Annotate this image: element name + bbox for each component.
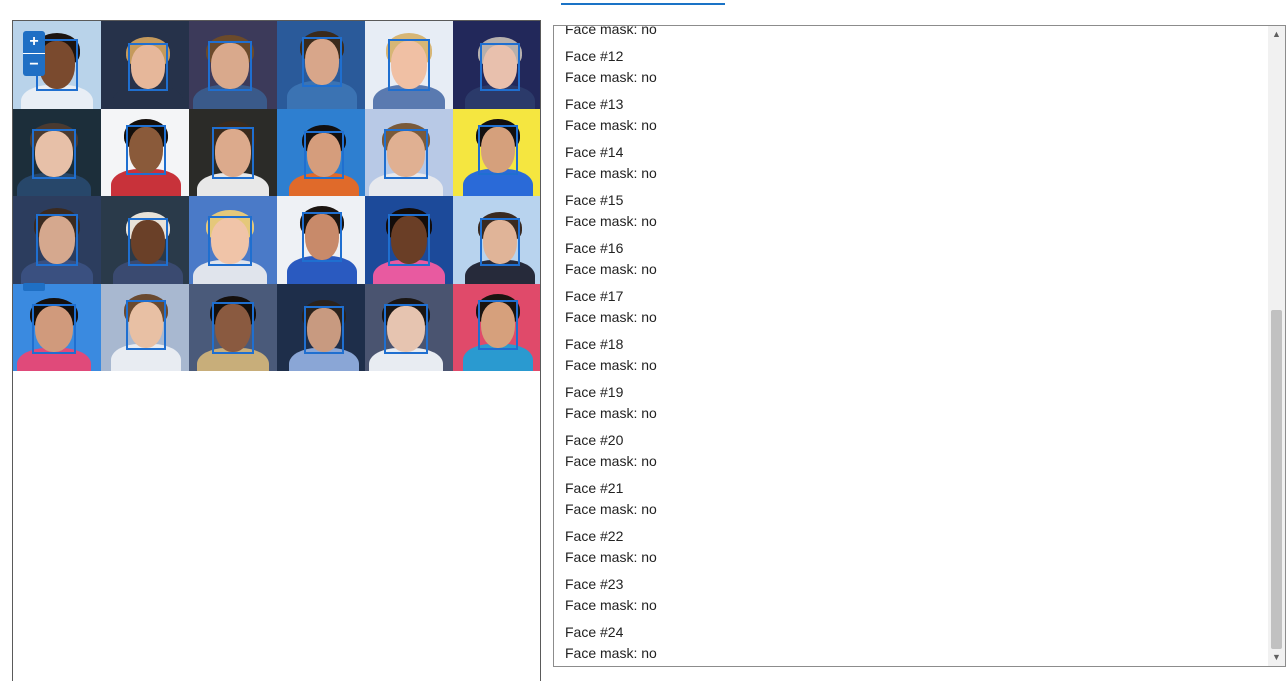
result-item: Face #24 Face mask: no (565, 622, 1265, 666)
face-mask-status: Face mask: no (565, 117, 657, 133)
result-item: Face #22 Face mask: no (565, 526, 1265, 574)
result-item: Face #21 Face mask: no (565, 478, 1265, 526)
face-bounding-box[interactable] (480, 218, 520, 266)
face-photo (453, 196, 540, 284)
face-bounding-box[interactable] (388, 39, 430, 91)
face-photo (365, 108, 453, 196)
face-photo (453, 21, 540, 109)
face-photo (13, 108, 101, 196)
face-bounding-box[interactable] (478, 299, 518, 350)
face-title: Face #17 (565, 288, 624, 304)
face-bounding-box[interactable] (212, 126, 254, 179)
face-mask-status: Face mask: no (565, 357, 657, 373)
face-photo (189, 196, 277, 284)
result-item-partial: Face mask: no (565, 25, 1265, 46)
face-photo (101, 283, 189, 371)
face-photo (101, 21, 189, 109)
result-item: Face #20 Face mask: no (565, 430, 1265, 478)
face-bounding-box[interactable] (212, 301, 254, 354)
scroll-thumb[interactable] (1271, 310, 1282, 649)
face-photo (189, 108, 277, 196)
face-bounding-box[interactable] (36, 214, 78, 266)
face-title: Face #16 (565, 240, 624, 256)
face-bounding-box[interactable] (208, 216, 252, 266)
results-scrollbar[interactable]: ▲ ▼ (1268, 26, 1285, 666)
face-title: Face #13 (565, 96, 624, 112)
result-item: Face #23 Face mask: no (565, 574, 1265, 622)
result-item: Face #16 Face mask: no (565, 238, 1265, 286)
face-mask-status: Face mask: no (565, 165, 657, 181)
face-mask-status: Face mask: no (565, 549, 657, 565)
face-title: Face #15 (565, 192, 624, 208)
face-title: Face #24 (565, 624, 624, 640)
face-bounding-box[interactable] (388, 214, 430, 266)
face-bounding-box[interactable] (302, 212, 342, 262)
face-bounding-box[interactable] (126, 124, 166, 175)
face-photo (277, 196, 365, 284)
face-mask-status: Face mask: no (565, 69, 657, 85)
face-mask-status: Face mask: no (565, 309, 657, 325)
face-bounding-box[interactable] (128, 218, 168, 266)
result-item: Face #14 Face mask: no (565, 142, 1265, 190)
resize-handle[interactable] (23, 283, 45, 291)
face-bounding-box[interactable] (384, 128, 428, 179)
result-item: Face #15 Face mask: no (565, 190, 1265, 238)
face-mask-status: Face mask: no (565, 213, 657, 229)
face-photo (189, 21, 277, 109)
face-photo (189, 283, 277, 371)
face-bounding-box[interactable] (32, 303, 76, 354)
zoom-in-button[interactable]: + (23, 31, 45, 53)
face-bounding-box[interactable] (128, 43, 168, 91)
result-item: Face #13 Face mask: no (565, 94, 1265, 142)
face-bounding-box[interactable] (478, 124, 518, 175)
face-photo (365, 196, 453, 284)
face-photo (453, 108, 540, 196)
zoom-controls: + − (23, 31, 45, 76)
result-item: Face #18 Face mask: no (565, 334, 1265, 382)
result-item: Face #12 Face mask: no (565, 46, 1265, 94)
face-photo (277, 283, 365, 371)
face-photo (453, 283, 540, 371)
face-title: Face #12 (565, 48, 624, 64)
face-bounding-box[interactable] (208, 41, 252, 91)
face-bounding-box[interactable] (384, 303, 428, 354)
face-photo (101, 196, 189, 284)
results-panel[interactable]: Face mask: no Face #12 Face mask: no Face … (553, 25, 1286, 667)
face-title: Face #14 (565, 144, 624, 160)
face-title: Face #22 (565, 528, 624, 544)
result-item: Face #17 Face mask: no (565, 286, 1265, 334)
face-title: Face #18 (565, 336, 624, 352)
face-photo (365, 283, 453, 371)
face-photo (13, 283, 101, 371)
face-mask-status: Face mask: no (565, 453, 657, 469)
face-mask-status: Face mask: no (565, 501, 657, 517)
face-bounding-box[interactable] (304, 130, 344, 179)
zoom-out-button[interactable]: − (23, 53, 45, 76)
result-item: Face #19 Face mask: no (565, 382, 1265, 430)
face-photo (13, 196, 101, 284)
face-mask-status: Face mask: no (565, 25, 657, 37)
face-mask-status: Face mask: no (565, 405, 657, 421)
face-mask-status: Face mask: no (565, 597, 657, 613)
scroll-down-arrow-icon[interactable]: ▼ (1268, 649, 1285, 666)
image-viewer[interactable]: + − (12, 20, 541, 681)
face-bounding-box[interactable] (480, 43, 520, 91)
face-photo (365, 21, 453, 109)
face-photo (277, 108, 365, 196)
face-mask-status: Face mask: no (565, 261, 657, 277)
face-bounding-box[interactable] (32, 128, 76, 179)
face-photo (101, 108, 189, 196)
photo-grid (13, 21, 540, 371)
face-title: Face #21 (565, 480, 624, 496)
results-list: Face mask: no Face #12 Face mask: no Face … (565, 25, 1265, 666)
face-bounding-box[interactable] (126, 299, 166, 350)
active-tab-indicator (561, 3, 725, 5)
face-bounding-box[interactable] (304, 305, 344, 354)
face-title: Face #20 (565, 432, 624, 448)
face-photo (277, 21, 365, 109)
scroll-up-arrow-icon[interactable]: ▲ (1268, 26, 1285, 43)
face-title: Face #23 (565, 576, 624, 592)
face-title: Face #19 (565, 384, 624, 400)
face-bounding-box[interactable] (302, 37, 342, 87)
